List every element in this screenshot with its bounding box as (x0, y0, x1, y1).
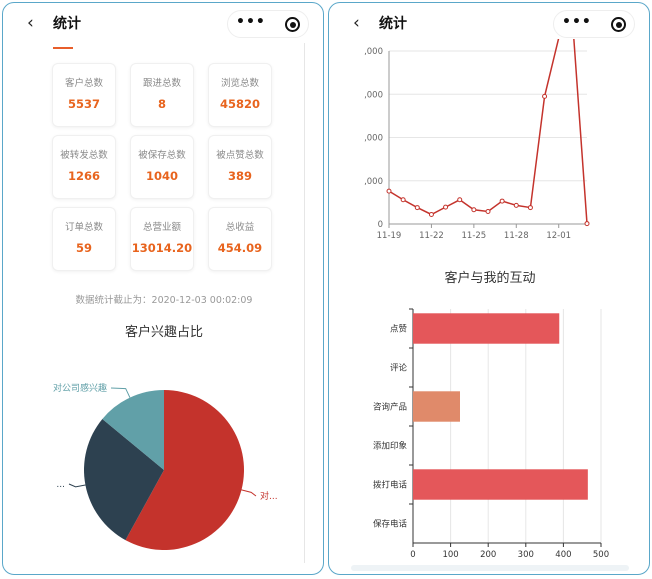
x-tick-label: 12-01 (546, 231, 571, 241)
pie-label-line (68, 483, 86, 488)
stat-card-label: 被转发总数 (60, 150, 108, 161)
x-tick-label: 200 (480, 550, 496, 560)
back-icon[interactable]: ‹ (353, 11, 360, 35)
data-timestamp: 数据统计截止为：2020-12-03 00:02:09 (75, 295, 253, 306)
bar-chart-title: 客户与我的互动 (444, 271, 536, 286)
pie-slice-label: 对公司感兴趣 (53, 382, 107, 394)
data-point (386, 188, 392, 194)
pie-label-line (110, 387, 131, 398)
trend-line-chart: ,000 ,000 ,000 ,000 011-19 11-22 11-25 11-28 12-… (364, 39, 590, 241)
line-series (386, 39, 590, 227)
y-category-label: 评论 (390, 363, 408, 374)
close-target-icon[interactable] (611, 17, 626, 32)
stat-card: 总收益 454.09 (208, 207, 272, 271)
pie-slice-label: 对... (260, 490, 278, 502)
data-point (513, 202, 519, 208)
y-tick-label: ,000 (364, 47, 383, 57)
stat-card-label: 被保存总数 (138, 150, 186, 161)
stat-card-value: 59 (75, 241, 92, 255)
mini-program-capsule: ••• (227, 10, 309, 38)
close-target-icon[interactable] (285, 17, 300, 32)
stat-card-label: 订单总数 (64, 222, 103, 233)
data-point (414, 205, 420, 211)
data-point (499, 198, 505, 204)
data-point (527, 205, 533, 211)
x-tick-label: 0 (410, 550, 415, 560)
y-tick-label: ,000 (364, 177, 383, 187)
nav-bar: ‹ 统计 ••• (329, 3, 649, 43)
page-title: 统计 (53, 16, 81, 32)
bar (413, 391, 460, 422)
stat-card: 总营业额 13014.20 (130, 207, 194, 271)
stat-card-label: 总收益 (225, 222, 255, 233)
title-underline (53, 47, 73, 49)
x-tick-label: 11-22 (419, 231, 444, 241)
data-point (400, 197, 406, 203)
stat-card-value: 45820 (219, 97, 260, 111)
more-icon[interactable]: ••• (562, 14, 592, 30)
stat-card-value: 454.09 (217, 241, 263, 255)
bar (413, 469, 588, 500)
y-tick-label: 0 (378, 220, 383, 230)
x-tick-label: 11-28 (504, 231, 529, 241)
scrollbar[interactable] (351, 565, 629, 571)
data-point (584, 221, 590, 227)
pie-chart-title: 客户兴趣占比 (124, 325, 203, 340)
data-point (485, 208, 491, 214)
x-tick-label: 11-19 (377, 231, 402, 241)
stat-card-label: 被点赞总数 (216, 150, 264, 161)
more-icon[interactable]: ••• (236, 14, 266, 30)
stat-card: 被保存总数 1040 (130, 135, 194, 199)
stat-card-value: 13014.20 (131, 241, 193, 255)
data-point (457, 197, 463, 203)
data-point (428, 211, 434, 217)
stat-card-label: 浏览总数 (220, 78, 259, 89)
stat-card: 客户总数 5537 (52, 63, 116, 127)
data-point (542, 93, 548, 99)
stat-card-value: 1040 (145, 169, 178, 183)
stat-card-value: 5537 (67, 97, 100, 111)
stat-card-value: 389 (227, 169, 252, 183)
stat-card-label: 客户总数 (64, 78, 103, 89)
stat-card-label: 总营业额 (142, 222, 181, 233)
y-tick-label: ,000 (364, 90, 383, 100)
y-category-label: 添加印象 (373, 441, 408, 452)
y-category-label: 咨询产品 (373, 402, 407, 413)
y-category-label: 点赞 (390, 324, 408, 335)
x-tick-label: 100 (442, 550, 458, 560)
x-tick-label: 400 (555, 550, 571, 560)
y-category-label: 保存电话 (373, 519, 408, 530)
interaction-bar-chart: 0 100 200 300 400 500 点赞评论咨询产品添加印象拨打电话保存电话 (373, 308, 609, 560)
stat-card: 被转发总数 1266 (52, 135, 116, 199)
right-phone-screen: ‹ 统计 ••• ,000,000,000,000 0 11-19 11-22 11-2… (328, 2, 650, 575)
x-tick-label: 500 (593, 550, 609, 560)
bar (413, 313, 560, 344)
stat-card: 订单总数 59 (52, 207, 116, 271)
page-title: 统计 (379, 16, 407, 32)
stat-card-value: 8 (157, 97, 166, 111)
back-icon[interactable]: ‹ (27, 11, 34, 35)
pie-slice-label: ... (56, 480, 65, 490)
y-category-label: 拨打电话 (373, 480, 408, 491)
y-tick-label: ,000 (364, 134, 383, 144)
left-phone-screen: ‹ 统计 ••• 客户总数 5537 跟进总数 8 浏览总数 45820 被转发总数 1266… (2, 2, 324, 575)
data-point (471, 207, 477, 213)
mini-program-capsule: ••• (553, 10, 635, 38)
x-tick-label: 11-25 (462, 231, 487, 241)
stat-card-value: 1266 (67, 169, 100, 183)
stat-card-label: 跟进总数 (142, 78, 181, 89)
stat-card: 浏览总数 45820 (208, 63, 272, 127)
data-point (443, 204, 449, 210)
stat-card: 跟进总数 8 (130, 63, 194, 127)
interest-pie-chart: 对...... 对公司感兴趣 (53, 382, 278, 550)
series-line (388, 39, 588, 224)
nav-bar: ‹ 统计 ••• (3, 3, 323, 43)
pie-label-line (241, 489, 257, 497)
x-tick-label: 300 (518, 550, 534, 560)
stat-card: 被点赞总数 389 (208, 135, 272, 199)
